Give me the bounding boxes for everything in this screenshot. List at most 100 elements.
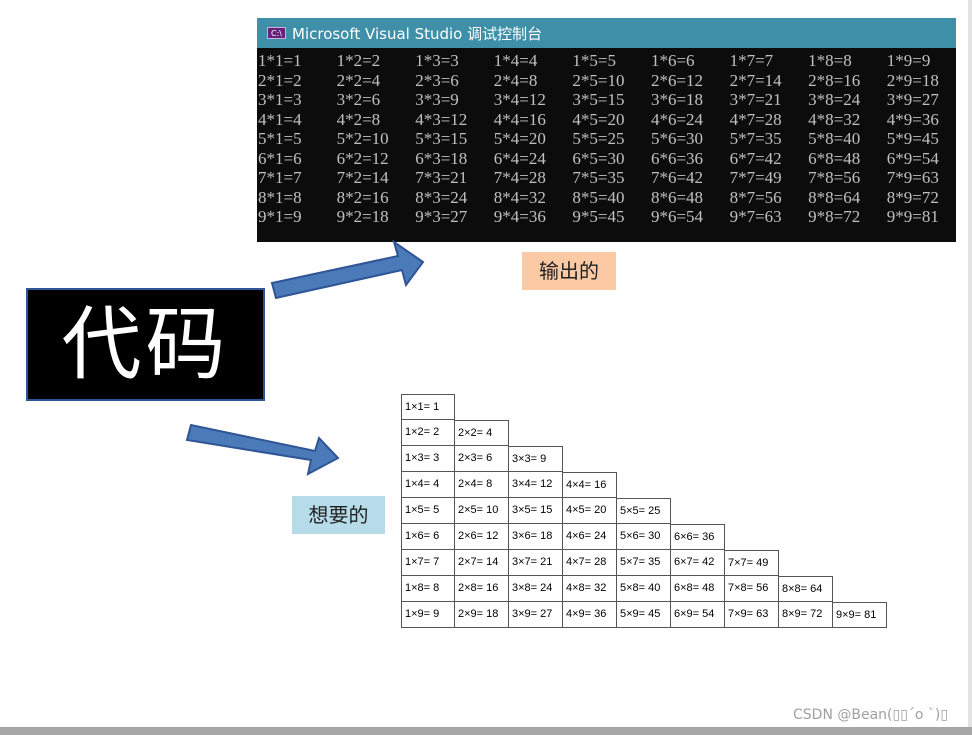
table-cell: 7×7= 49 [725,550,779,576]
table-row: 1×3= 3 2×3= 6 3×3= 9 [401,446,887,472]
lower-arrow-shape [185,423,340,476]
console-cell: 4*3=12 [415,109,468,129]
console-cell: 7*4=28 [493,168,546,187]
console-cell: 6*8=48 [808,148,861,168]
table-cell: 3×4= 12 [509,472,563,498]
table-cell: 2×5= 10 [455,498,509,524]
console-cell: 4*9=36 [886,109,939,129]
console-row: 2*1=2 2*2=4 2*3=6 2*4=8 2*5=10 2*6=12 2*7=14 2*… [257,71,956,91]
console-title: Microsoft Visual Studio 调试控制台 [292,24,543,43]
console-cell: 9*4=36 [493,207,546,226]
console-cell: 3*7=21 [729,90,782,109]
console-cell: 5*5=25 [572,129,625,148]
console-cell: 2*5=10 [572,70,625,90]
slide-right-edge [968,0,972,727]
table-cell: 1×7= 7 [401,550,455,576]
table-cell: 4×9= 36 [563,602,617,628]
console-cell: 5*3=15 [415,129,468,148]
console-cell: 7*7=49 [729,168,782,187]
table-cell: 3×3= 9 [509,446,563,472]
console-row: 9*1=9 9*2=18 9*3=27 9*4=36 9*5=45 9*6=54 9*7=6… [257,207,956,227]
table-cell: 4×6= 24 [563,524,617,550]
console-cell: 1*3=3 [415,51,459,70]
table-cell: 5×7= 35 [617,550,671,576]
console-cell: 5*9=45 [886,129,939,148]
right-arrow-icon [185,423,340,476]
console-output: 1*1=1 1*2=2 1*3=3 1*4=4 1*5=5 1*6=6 1*7=7 1*8=8… [257,48,956,227]
console-cell: 3*9=27 [886,90,939,109]
console-cell: 3*1=3 [258,90,302,109]
console-cell: 2*6=12 [650,70,704,90]
console-cell: 8*5=40 [572,187,625,207]
console-row: 5*1=5 5*2=10 5*3=15 5*4=20 5*5=25 5*6=30 5*7=3… [257,129,956,149]
console-cell: 6*1=6 [258,148,302,168]
table-cell: 1×9= 9 [401,602,455,628]
table-cell: 6×6= 36 [671,524,725,550]
console-cell: 3*8=24 [808,90,861,109]
table-cell: 9×9= 81 [833,602,887,628]
table-cell: 3×5= 15 [509,498,563,524]
console-row: 4*1=4 4*2=8 4*3=12 4*4=16 4*5=20 4*6=24 4*7=28… [257,110,956,130]
csdn-watermark: CSDN @Bean(▯▯ˊo ˋ)▯ [793,707,949,723]
console-cell: 1*9=9 [886,51,931,70]
console-cell: 8*2=16 [336,187,389,207]
console-cell: 7*6=42 [650,168,704,187]
table-cell: 1×2= 2 [401,420,455,446]
table-cell: 8×9= 72 [779,602,833,628]
console-cell: 9*9=81 [886,207,939,226]
table-cell: 7×8= 56 [725,576,779,602]
table-cell: 2×3= 6 [455,446,509,472]
console-cell: 5*1=5 [258,129,302,148]
console-cell: 3*3=9 [415,90,459,109]
table-cell: 2×9= 18 [455,602,509,628]
table-cell: 1×6= 6 [401,524,455,550]
table-row: 1×2= 2 2×2= 4 [401,420,887,446]
table-row: 1×5= 5 2×5= 10 3×5= 15 4×5= 20 5×5= 25 [401,498,887,524]
console-cell: 8*8=64 [808,187,861,207]
table-cell: 2×7= 14 [455,550,509,576]
console-cell: 6*2=12 [336,148,389,168]
output-label: 输出的 [522,252,616,290]
table-row: 1×8= 8 2×8= 16 3×8= 24 4×8= 32 5×8= 40 6×8= 4… [401,576,887,602]
console-cell: 2*3=6 [415,70,459,90]
console-cell: 2*1=2 [258,70,302,90]
table-cell: 2×2= 4 [455,420,509,446]
console-row: 1*1=1 1*2=2 1*3=3 1*4=4 1*5=5 1*6=6 1*7=7 1*8=8… [257,51,956,71]
console-cell: 4*1=4 [258,109,302,129]
desired-multiplication-table: 1×1= 1 1×2= 2 2×2= 4 1×3= 3 2×3= 6 3×3= 9 1×4=… [401,394,887,628]
table-cell: 3×8= 24 [509,576,563,602]
console-cell: 1*1=1 [258,51,302,70]
table-cell: 2×8= 16 [455,576,509,602]
console-cell: 8*7=56 [729,187,782,207]
console-cell: 9*7=63 [729,207,782,226]
table-cell: 4×7= 28 [563,550,617,576]
table-row: 1×1= 1 [401,394,887,420]
table-row: 1×6= 6 2×6= 12 3×6= 18 4×6= 24 5×6= 30 6×6= 3… [401,524,887,550]
console-cell: 7*3=21 [415,168,468,187]
console-cell: 3*5=15 [572,90,625,109]
console-cell: 7*1=7 [258,168,302,187]
console-cell: 9*6=54 [650,207,704,226]
table-cell: 4×4= 16 [563,472,617,498]
table-cell: 1×1= 1 [401,394,455,420]
console-cell: 6*6=36 [650,148,704,168]
console-cell: 4*6=24 [650,109,704,129]
console-titlebar: C:\ Microsoft Visual Studio 调试控制台 [257,18,956,48]
console-cell: 2*8=16 [808,70,861,90]
console-cell: 6*7=42 [729,148,782,168]
console-cell: 1*7=7 [729,51,774,70]
upper-arrow-shape [270,240,425,300]
console-cell: 5*4=20 [493,129,546,148]
slide-bottom-bar [0,727,972,735]
console-cell: 3*6=18 [650,90,704,109]
table-cell: 4×8= 32 [563,576,617,602]
code-label-box: 代码 [26,288,265,401]
console-cell: 6*4=24 [493,148,546,168]
console-cell: 1*8=8 [808,51,852,70]
table-cell: 2×6= 12 [455,524,509,550]
console-cell: 4*7=28 [729,109,782,129]
console-cell: 2*9=18 [886,70,939,90]
console-cell: 7*8=56 [808,168,861,187]
table-cell: 5×6= 30 [617,524,671,550]
console-row: 3*1=3 3*2=6 3*3=9 3*4=12 3*5=15 3*6=18 3*7=21 3… [257,90,956,110]
